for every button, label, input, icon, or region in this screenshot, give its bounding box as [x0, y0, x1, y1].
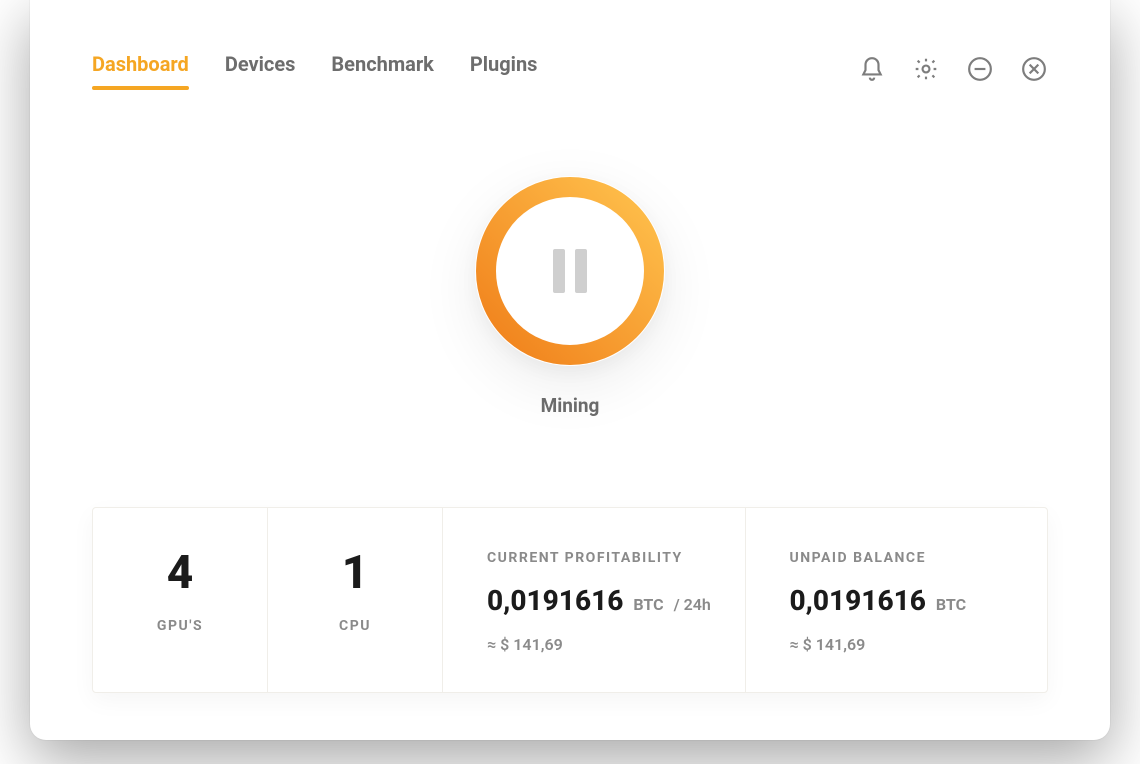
gear-icon	[913, 56, 939, 82]
tab-label: Benchmark	[331, 52, 433, 76]
notifications-button[interactable]	[858, 55, 886, 83]
cpu-count: 1	[268, 550, 442, 596]
tab-label: Dashboard	[92, 52, 189, 76]
bell-icon	[859, 56, 885, 82]
balance-caption: UNPAID BALANCE	[790, 550, 1048, 566]
top-bar: Dashboard Devices Benchmark Plugins	[92, 52, 1048, 86]
profitability-approx: ≈ $ 141,69	[487, 635, 745, 654]
settings-button[interactable]	[912, 55, 940, 83]
profitability-value-line: 0,0191616 BTC / 24h	[487, 584, 745, 617]
close-icon	[1021, 56, 1047, 82]
mining-status-label: Mining	[541, 394, 600, 417]
balance-value-line: 0,0191616 BTC	[790, 584, 1048, 617]
cpu-label: CPU	[268, 618, 442, 634]
balance-approx: ≈ $ 141,69	[790, 635, 1048, 654]
tab-label: Plugins	[470, 52, 538, 76]
mining-toggle-button[interactable]	[475, 176, 665, 366]
profitability-period: / 24h	[674, 595, 711, 614]
profitability-caption: CURRENT PROFITABILITY	[487, 550, 745, 566]
app-window: Dashboard Devices Benchmark Plugins	[30, 0, 1110, 740]
minimize-button[interactable]	[966, 55, 994, 83]
close-button[interactable]	[1020, 55, 1048, 83]
tab-label: Devices	[225, 52, 296, 76]
tab-benchmark[interactable]: Benchmark	[331, 52, 433, 86]
minimize-icon	[967, 56, 993, 82]
balance-btc-value: 0,0191616	[790, 584, 926, 617]
stat-balance: UNPAID BALANCE 0,0191616 BTC ≈ $ 141,69	[746, 508, 1048, 692]
gpu-label: GPU'S	[93, 618, 267, 634]
toolbar-icons	[858, 55, 1048, 83]
stats-panel: 4 GPU'S 1 CPU CURRENT PROFITABILITY 0,01…	[92, 507, 1048, 693]
tab-plugins[interactable]: Plugins	[470, 52, 538, 86]
progress-ring-icon	[475, 176, 665, 366]
balance-btc-unit: BTC	[936, 595, 966, 614]
tab-dashboard[interactable]: Dashboard	[92, 52, 189, 86]
profitability-btc-value: 0,0191616	[487, 584, 623, 617]
stat-cpu: 1 CPU	[268, 508, 443, 692]
profitability-btc-unit: BTC	[633, 595, 663, 614]
gpu-count: 4	[93, 550, 267, 596]
mining-section: Mining	[92, 176, 1048, 417]
tab-devices[interactable]: Devices	[225, 52, 296, 86]
stat-gpu: 4 GPU'S	[93, 508, 268, 692]
nav-tabs: Dashboard Devices Benchmark Plugins	[92, 52, 537, 86]
stat-profitability: CURRENT PROFITABILITY 0,0191616 BTC / 24…	[443, 508, 746, 692]
